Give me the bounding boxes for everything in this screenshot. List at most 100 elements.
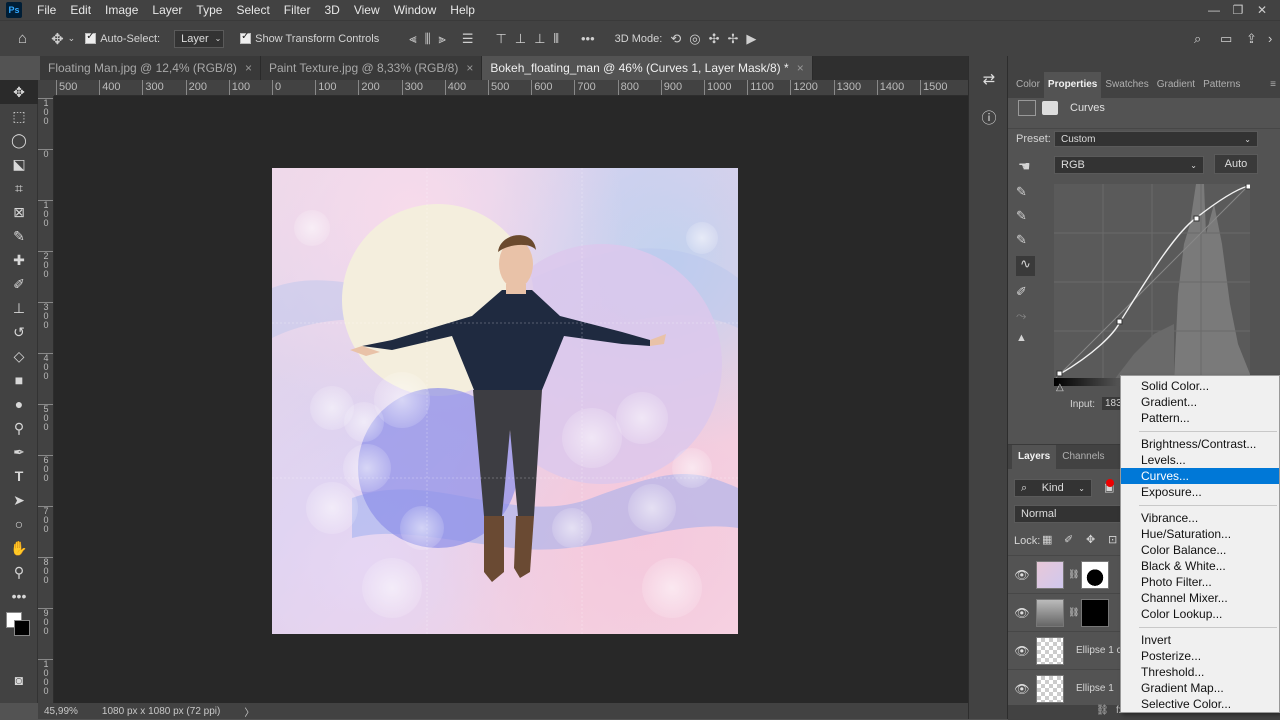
path-select-tool-icon[interactable]: ➤ [0,488,38,512]
tab-gradient[interactable]: Gradient [1153,72,1199,98]
menu-view[interactable]: View [347,0,387,20]
canvas-area[interactable] [54,96,968,703]
menu-filter[interactable]: Filter [277,0,318,20]
color-swatches[interactable] [0,608,37,648]
show-transform-checkbox[interactable]: Show Transform Controls [240,31,379,45]
tab-floating-man[interactable]: Floating Man.jpg @ 12,4% (RGB/8) × [40,56,261,80]
tab-swatches[interactable]: Swatches [1101,72,1152,98]
menu-file[interactable]: File [30,0,63,20]
move-tool-icon[interactable]: ✥ [51,30,64,48]
expand-icon[interactable]: › [1268,31,1272,46]
menu-select[interactable]: Select [229,0,276,20]
distribute-icon[interactable]: ☰ [462,31,474,47]
adjustments-panel-icon[interactable]: ⇄ [969,64,1009,94]
brush-tool-icon[interactable]: ✐ [0,272,38,296]
more-tools-icon[interactable]: ••• [0,584,38,608]
layer-select[interactable]: Layer ⌄ [174,29,225,48]
restore-icon[interactable]: ❐ [1226,0,1250,20]
curve-point-tool-icon[interactable]: ∿ [1016,256,1035,276]
lock-transparent-icon[interactable]: ▦ [1042,533,1052,546]
distribute-horizontal-icon[interactable]: ⫴ [554,31,559,47]
history-brush-tool-icon[interactable]: ↺ [0,320,38,344]
smooth-curve-icon[interactable]: ⤳ [1016,308,1035,324]
eyedropper-tool-icon[interactable]: ✎ [0,224,38,248]
eye-icon[interactable]: 👁 [1008,606,1036,620]
checkbox-icon[interactable] [240,31,252,44]
3d-camera-icon[interactable]: ▶ [746,31,756,47]
layer-mask-icon[interactable] [1042,101,1058,115]
align-middle-icon[interactable]: ⊥ [515,31,526,47]
quick-select-tool-icon[interactable]: ⬕ [0,152,38,176]
blur-tool-icon[interactable]: ● [0,392,38,416]
auto-button[interactable]: Auto [1214,154,1258,174]
3d-pan-icon[interactable]: ✣ [709,31,720,47]
checkbox-icon[interactable] [85,31,97,44]
menu-type[interactable]: Type [189,0,229,20]
menu-item-posterize[interactable]: Posterize... [1121,648,1279,664]
menu-item-levels[interactable]: Levels... [1121,452,1279,468]
close-icon[interactable]: × [466,61,473,75]
align-center-icon[interactable]: ⫼ [425,31,431,47]
align-left-icon[interactable]: ⫷ [409,31,416,47]
menu-item-invert[interactable]: Invert [1121,632,1279,648]
move-tool-icon[interactable]: ✥ [0,80,38,104]
black-point-eyedropper-icon[interactable]: ✎ [1016,184,1035,200]
menu-item-curves[interactable]: Curves... [1121,468,1279,484]
hand-tool-icon[interactable]: ✋ [0,536,38,560]
menu-item-pattern[interactable]: Pattern... [1121,410,1279,426]
3d-slide-icon[interactable]: ✢ [728,31,739,47]
menu-item-channel-mixer[interactable]: Channel Mixer... [1121,590,1279,606]
lock-artboard-icon[interactable]: ⊡ [1108,533,1117,546]
close-window-icon[interactable]: ✕ [1250,0,1274,20]
menu-edit[interactable]: Edit [63,0,98,20]
3d-orbit-icon[interactable]: ⟲ [670,31,681,47]
info-panel-icon[interactable]: ⓘ [969,102,1009,132]
preset-dropdown[interactable]: Custom ⌄ [1054,131,1258,147]
auto-select-checkbox[interactable]: Auto-Select: [85,31,160,45]
eye-icon[interactable]: 👁 [1008,568,1036,582]
tab-layers[interactable]: Layers [1012,445,1057,469]
status-expand-icon[interactable]: 〉 [244,704,254,719]
pen-tool-icon[interactable]: ✒ [0,440,38,464]
link-layers-icon[interactable]: ⛓ [1096,705,1109,716]
lock-position-icon[interactable]: ✥ [1086,533,1095,546]
menu-item-color-lookup[interactable]: Color Lookup... [1121,606,1279,622]
align-top-icon[interactable]: ⊤ [496,31,507,47]
menu-item-gradient-map[interactable]: Gradient Map... [1121,680,1279,696]
tab-channels[interactable]: Channels [1056,445,1110,469]
eye-icon[interactable]: 👁 [1008,682,1036,696]
menu-item-selective-color[interactable]: Selective Color... [1121,696,1279,712]
share-icon[interactable]: ⇪ [1246,31,1257,47]
menu-item-vibrance[interactable]: Vibrance... [1121,510,1279,526]
blend-mode-dropdown[interactable]: Normal [1014,505,1124,523]
marquee-tool-icon[interactable]: ⬚ [0,104,38,128]
link-icon[interactable]: ⛓ [1068,607,1079,618]
target-adjust-icon[interactable]: ☚ [1018,158,1031,175]
quick-mask-icon[interactable]: ◙ [0,668,38,692]
type-tool-icon[interactable]: T [0,464,38,488]
auto-select-target-dropdown[interactable]: Layer ⌄ [174,29,225,48]
crop-tool-icon[interactable]: ⌗ [0,176,38,200]
background-color-swatch[interactable] [14,620,30,636]
menu-item-hue-saturation[interactable]: Hue/Saturation... [1121,526,1279,542]
lock-pixels-icon[interactable]: ✐ [1064,533,1073,546]
menu-item-exposure[interactable]: Exposure... [1121,484,1279,500]
white-point-eyedropper-icon[interactable]: ✎ [1016,232,1035,248]
panel-menu-icon[interactable]: ≡ [1266,72,1280,98]
menu-item-threshold[interactable]: Threshold... [1121,664,1279,680]
minimize-icon[interactable]: — [1202,0,1226,20]
workspace-icon[interactable]: ▭ [1220,31,1232,47]
menu-help[interactable]: Help [443,0,482,20]
menu-item-color-balance[interactable]: Color Balance... [1121,542,1279,558]
healing-brush-tool-icon[interactable]: ✚ [0,248,38,272]
zoom-tool-icon[interactable]: ⚲ [0,560,38,584]
filter-kind-dropdown[interactable]: ⌕ Kind ⌄ [1014,479,1092,497]
gray-point-eyedropper-icon[interactable]: ✎ [1016,208,1035,224]
search-icon[interactable]: ⌕ [1194,31,1201,47]
menu-item-brightness-contrast[interactable]: Brightness/Contrast... [1121,436,1279,452]
tab-properties[interactable]: Properties [1043,72,1102,98]
eraser-tool-icon[interactable]: ◇ [0,344,38,368]
clipping-warning-icon[interactable]: ▲ [1016,332,1035,348]
gradient-tool-icon[interactable]: ■ [0,368,38,392]
document-image[interactable] [272,168,738,634]
